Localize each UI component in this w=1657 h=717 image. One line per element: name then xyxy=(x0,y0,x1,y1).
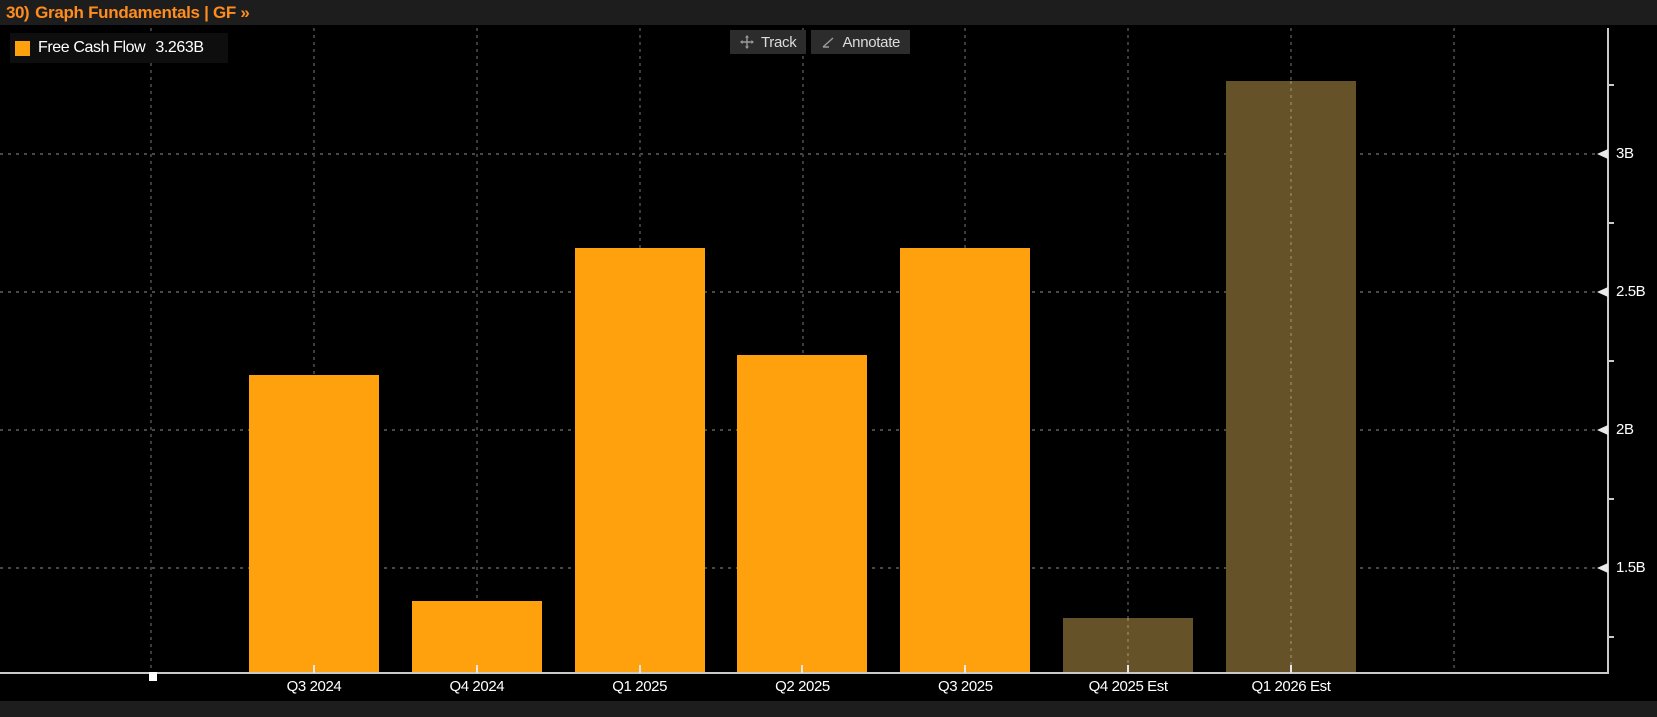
x-axis-tick xyxy=(639,665,641,673)
legend-free-cash-flow[interactable]: Free Cash Flow 3.263B xyxy=(10,33,228,63)
y-axis-tick-arrow-icon xyxy=(1597,287,1608,297)
bar-q2-2025[interactable] xyxy=(737,355,867,673)
y-axis-minor-tick xyxy=(1607,636,1614,638)
bottom-panel xyxy=(0,701,1657,717)
x-axis-line xyxy=(0,672,1608,674)
annotate-button[interactable]: Annotate xyxy=(811,30,910,54)
x-axis-label: Q1 2025 xyxy=(560,678,720,695)
x-axis-label: Q3 2025 xyxy=(885,678,1045,695)
x-axis-tick xyxy=(964,665,966,673)
x-axis-label: Q4 2024 xyxy=(397,678,557,695)
axis-origin-marker xyxy=(149,672,157,681)
legend-value: 3.263B xyxy=(155,39,203,57)
bar-q4-2024[interactable] xyxy=(412,601,542,673)
bar-q1-2026-est[interactable] xyxy=(1226,81,1356,673)
bar-q1-2025[interactable] xyxy=(575,248,705,673)
y-axis-label: 2.5B xyxy=(1616,283,1645,300)
gridline-vertical xyxy=(150,28,152,673)
y-axis-label: 2B xyxy=(1616,421,1634,438)
x-axis-label: Q2 2025 xyxy=(722,678,882,695)
track-button[interactable]: Track xyxy=(730,30,806,54)
legend-swatch-icon xyxy=(15,41,30,56)
x-axis-label: Q4 2025 Est xyxy=(1048,678,1208,695)
x-axis-tick xyxy=(801,665,803,673)
menu-number: 30) xyxy=(6,3,29,23)
x-axis-tick xyxy=(1127,665,1129,673)
track-button-label: Track xyxy=(761,34,796,51)
x-axis-tick xyxy=(476,665,478,673)
gridline-over-estimate-bar xyxy=(1290,81,1292,673)
bar-q3-2024[interactable] xyxy=(249,375,379,673)
x-axis-tick xyxy=(313,665,315,673)
y-axis-label: 3B xyxy=(1616,145,1634,162)
titlebar[interactable]: 30) Graph Fundamentals | GF » xyxy=(0,0,1657,26)
y-axis-minor-tick xyxy=(1607,360,1614,362)
y-axis-minor-tick xyxy=(1607,222,1614,224)
x-axis-label: Q1 2026 Est xyxy=(1211,678,1371,695)
bloomberg-gf-window: 30) Graph Fundamentals | GF » 1.5B 2B 2.5B… xyxy=(0,0,1657,717)
bar-q3-2025[interactable] xyxy=(900,248,1030,673)
x-axis-tick xyxy=(1290,665,1292,673)
y-axis-tick-arrow-icon xyxy=(1597,425,1608,435)
pencil-angle-icon xyxy=(821,36,835,49)
crosshair-icon xyxy=(740,35,754,49)
chart-toolbar: Track Annotate xyxy=(730,30,910,54)
y-axis-minor-tick xyxy=(1607,498,1614,500)
gridline-vertical xyxy=(1453,28,1455,673)
gridline-vertical xyxy=(476,28,478,673)
page-title: Graph Fundamentals | GF » xyxy=(35,3,250,23)
y-axis-tick-arrow-icon xyxy=(1597,149,1608,159)
y-axis-label: 1.5B xyxy=(1616,559,1645,576)
y-axis-line xyxy=(1607,28,1609,674)
legend-label: Free Cash Flow xyxy=(38,39,145,57)
y-axis-minor-tick xyxy=(1607,84,1614,86)
annotate-button-label: Annotate xyxy=(842,34,900,51)
gridline-vertical xyxy=(1127,28,1129,673)
y-axis-tick-arrow-icon xyxy=(1597,563,1608,573)
x-axis-label: Q3 2024 xyxy=(234,678,394,695)
